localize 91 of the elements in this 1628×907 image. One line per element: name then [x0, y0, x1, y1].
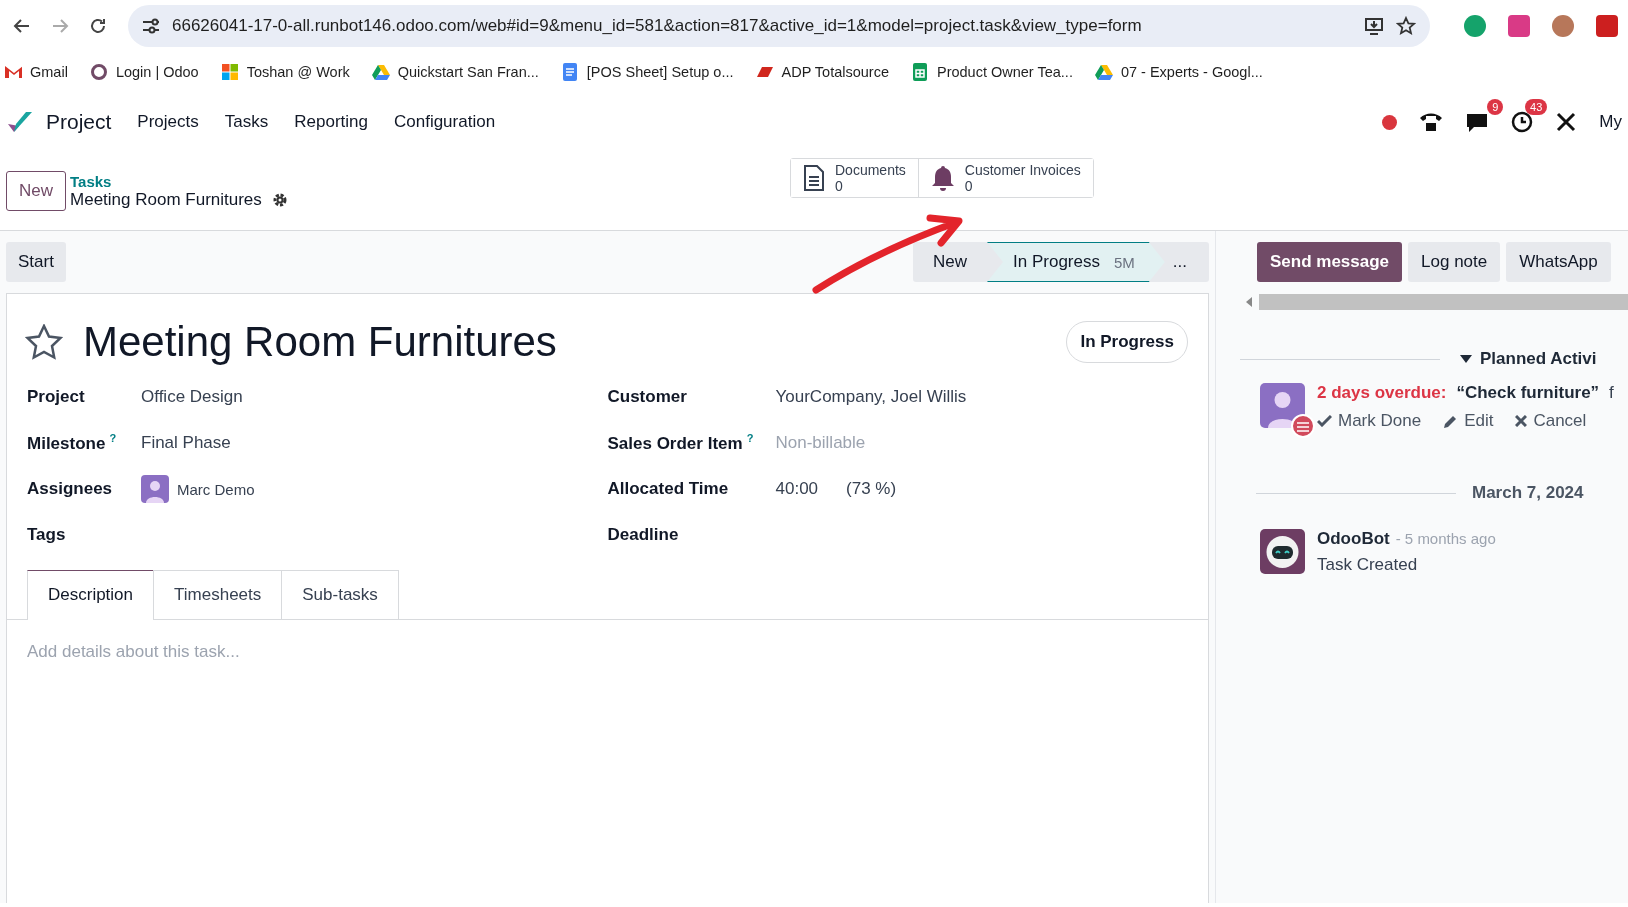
close-icon	[1515, 415, 1528, 427]
extension-icon[interactable]	[1464, 15, 1486, 37]
extension-icon[interactable]	[1552, 15, 1574, 37]
message-body: Task Created	[1317, 555, 1419, 575]
activity-action-link[interactable]: Mark Done	[1338, 411, 1422, 431]
chatter-button[interactable]: WhatsApp	[1506, 242, 1611, 282]
message-author[interactable]: OdooBot	[1317, 529, 1390, 548]
address-bar[interactable]: 66626041-17-0-all.runbot146.odoo.com/web#id=9&menu_id=581&action=817&active_id=1&model=project.task&view_type=form	[128, 5, 1430, 47]
bookmark-link[interactable]: ADP Totalsource	[781, 64, 889, 80]
record-name: Meeting Room Furnitures	[70, 189, 262, 210]
check-icon	[1317, 415, 1332, 427]
more-stages-button[interactable]: ...	[1164, 252, 1209, 272]
bookmark-link[interactable]: Login | Odoo	[115, 64, 199, 80]
breadcrumb-link[interactable]: Tasks	[70, 172, 288, 190]
date-separator: March 7, 2024	[1472, 483, 1584, 503]
tools-icon[interactable]	[1555, 111, 1578, 133]
pencil-icon	[1443, 413, 1459, 429]
document-icon	[803, 164, 825, 192]
field-label: Deadline	[607, 525, 680, 545]
field-label: Project	[27, 387, 86, 407]
task-title[interactable]: Meeting Room Furnitures	[83, 318, 1047, 366]
robot-avatar-icon	[1260, 529, 1305, 574]
bookmark-link[interactable]: [POS Sheet] Setup o...	[586, 64, 734, 80]
bookmark-link[interactable]: Product Owner Tea...	[936, 64, 1073, 80]
field-value[interactable]: YourCompany, Joel Willis	[775, 387, 967, 407]
spreadsheet-icon[interactable]	[910, 63, 929, 81]
field-value[interactable]: Office Design	[141, 387, 243, 407]
field-label: Tags	[27, 525, 67, 545]
activity-action-link[interactable]: Cancel	[1533, 411, 1587, 431]
activity-summary: “Check furniture”	[1456, 383, 1600, 403]
menu-item[interactable]: Reporting	[294, 112, 368, 132]
activity-type-icon	[1291, 414, 1315, 438]
app-name[interactable]: Project	[46, 110, 112, 134]
chat-icon[interactable]	[1465, 111, 1490, 133]
install-icon[interactable]	[1364, 17, 1384, 35]
bookmark-link[interactable]: Quickstart San Fran...	[397, 64, 539, 80]
tiles-icon[interactable]	[220, 63, 239, 81]
avatar-icon	[141, 475, 169, 503]
bookmark-link[interactable]: Gmail	[30, 64, 68, 80]
start-button[interactable]: Start	[6, 242, 66, 282]
ring-icon[interactable]	[89, 63, 108, 81]
bookmark-link[interactable]: Toshan @ Work	[246, 64, 350, 80]
bookmark-link[interactable]: 07 - Experts - Googl...	[1120, 64, 1263, 80]
caret-icon[interactable]	[1460, 355, 1472, 363]
chatter-button[interactable]: Send message	[1257, 242, 1403, 282]
field-label: Milestone $^{?}$	[27, 432, 118, 454]
field-label: Customer	[607, 387, 688, 407]
stage-button[interactable]: In Progress 5M	[987, 242, 1165, 282]
stage-button[interactable]: New	[913, 242, 988, 282]
site-settings-icon[interactable]	[142, 18, 160, 34]
activity-count-badge: 43	[1525, 99, 1548, 115]
mail-icon[interactable]	[4, 63, 22, 81]
stage-badge: In Progress	[1066, 321, 1188, 363]
message-time: - 5 months ago	[1395, 530, 1496, 547]
overdue-label: 2 days overdue:	[1317, 383, 1447, 403]
menu-item[interactable]: Projects	[137, 112, 199, 132]
message-count-badge: 9	[1487, 99, 1504, 115]
triangle-logo-icon[interactable]	[371, 63, 390, 81]
menu-item[interactable]: Tasks	[224, 112, 269, 132]
activity-text: f	[1609, 383, 1614, 403]
new-button[interactable]: New	[6, 171, 66, 211]
app-logo-icon[interactable]	[6, 110, 34, 134]
percentage-text: (73 %)	[846, 479, 897, 499]
field-label: Sales Order Item $^{?}$	[607, 432, 755, 454]
phone-icon[interactable]	[1419, 111, 1444, 133]
clock-icon[interactable]	[1511, 111, 1534, 133]
field-value[interactable]: Marc Demo	[177, 480, 255, 498]
scrollbar[interactable]	[1259, 294, 1628, 310]
triangle-logo-icon[interactable]	[1094, 63, 1113, 81]
star-icon[interactable]	[1396, 16, 1416, 36]
menu-item[interactable]: Configuration	[393, 112, 496, 132]
tab[interactable]: Description	[27, 570, 155, 620]
avatar-icon	[1260, 383, 1305, 428]
settings-icon[interactable]	[271, 191, 288, 208]
tab[interactable]: Sub-tasks	[281, 570, 399, 619]
smart-button[interactable]: Documents 0	[791, 159, 919, 197]
field-label: Allocated Time	[607, 479, 730, 499]
extension-icon[interactable]	[1508, 15, 1530, 37]
section-title[interactable]: Planned Activi	[1480, 349, 1597, 369]
activity-action-link[interactable]: Edit	[1464, 411, 1494, 431]
field-label: Assignees	[27, 479, 114, 499]
field-value[interactable]: Final Phase	[141, 433, 231, 453]
chatter-button[interactable]: Log note	[1408, 242, 1501, 282]
scroll-left-icon[interactable]	[1245, 297, 1253, 307]
extension-icon[interactable]	[1596, 15, 1618, 37]
field-value[interactable]: 40:00	[775, 479, 819, 499]
document-icon[interactable]	[560, 63, 579, 81]
star-icon[interactable]	[25, 324, 63, 360]
bell-icon	[930, 165, 955, 191]
user-menu[interactable]: My	[1599, 112, 1622, 132]
recording-dot-icon[interactable]	[1382, 114, 1398, 130]
